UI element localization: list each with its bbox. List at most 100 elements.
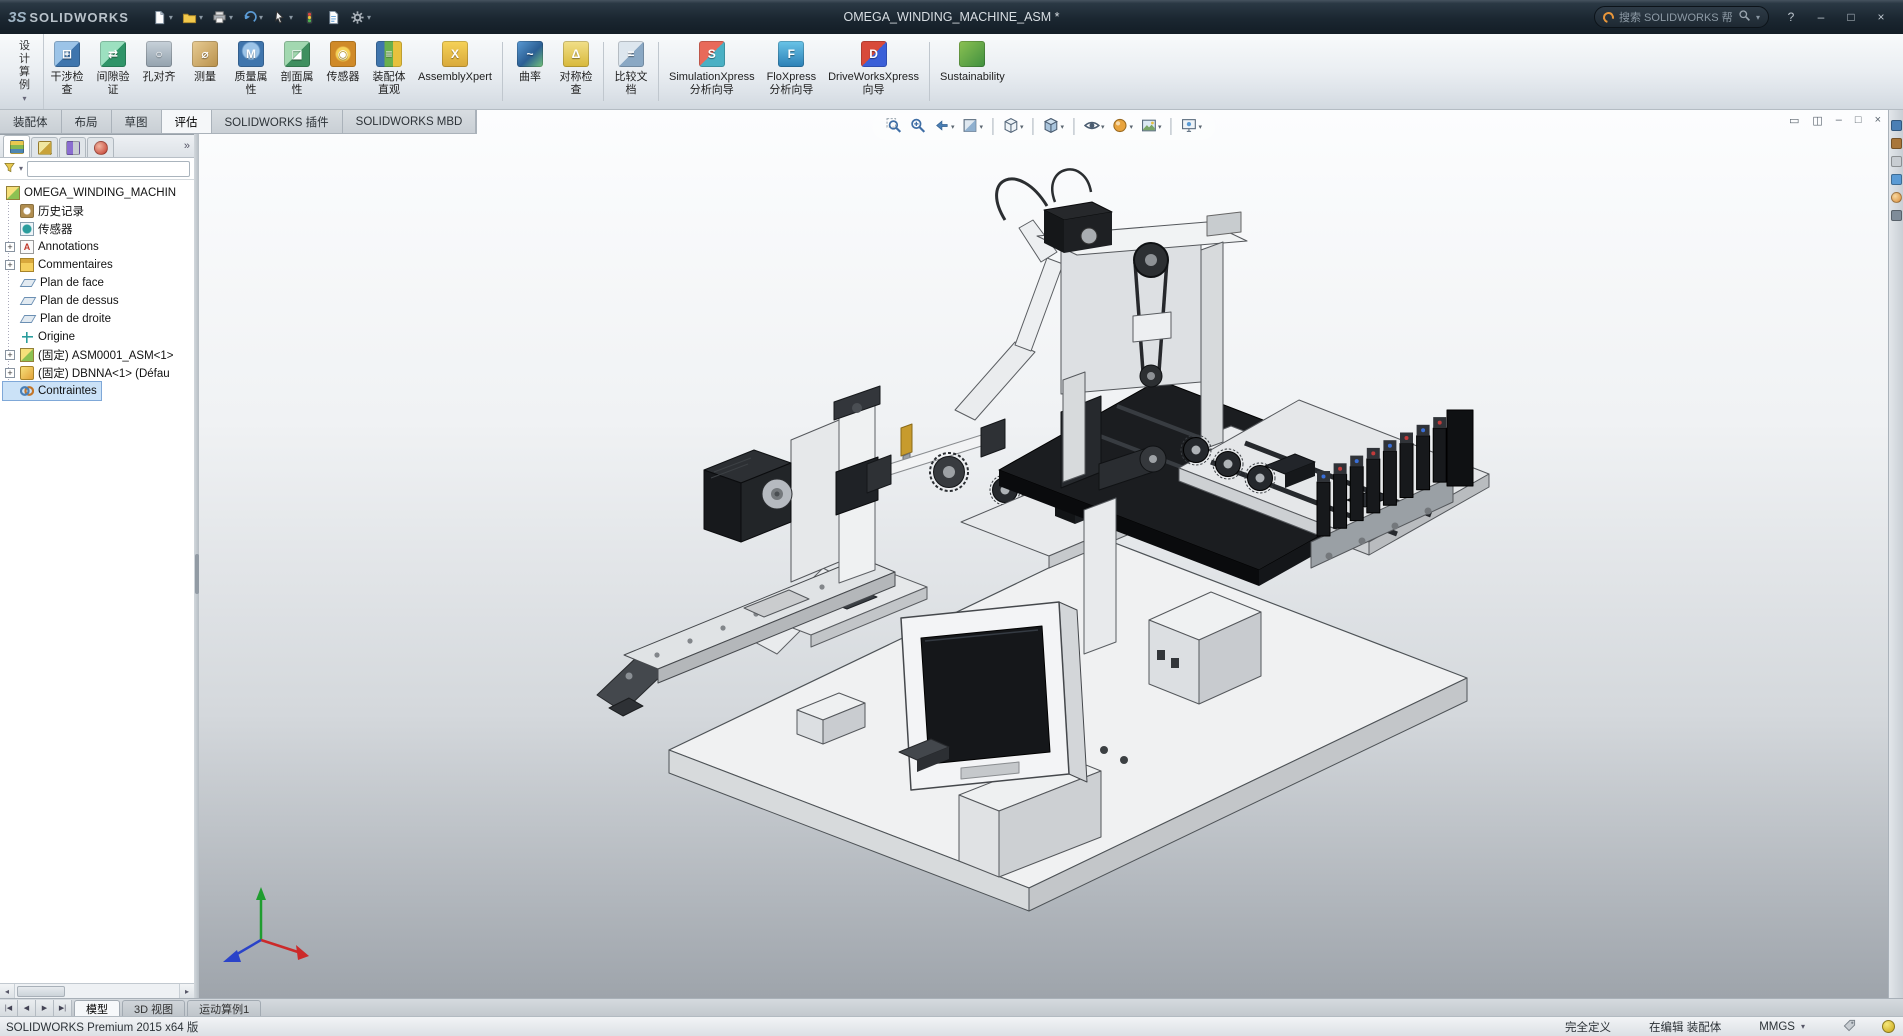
main-gear[interactable]: [929, 452, 969, 492]
bottom-tab-model[interactable]: 模型: [74, 1000, 120, 1016]
dropdown-caret-icon[interactable]: ▾: [951, 123, 955, 131]
viewport-layout-single-button[interactable]: ▭: [1789, 114, 1799, 127]
tree-item-sensors-folder[interactable]: 传感器: [3, 220, 77, 238]
tab-sketch[interactable]: 草图: [111, 110, 162, 133]
filter-icon[interactable]: [4, 162, 15, 176]
tree-item-comments-folder[interactable]: + Commentaires: [3, 256, 117, 274]
sustainability-button[interactable]: Sustainability: [934, 34, 1011, 109]
dropdown-caret-icon[interactable]: ▾: [1101, 123, 1105, 131]
rebuild-button[interactable]: [299, 5, 320, 29]
doc-restore-button[interactable]: □: [1855, 114, 1862, 127]
scroll-left-button[interactable]: ◂: [0, 984, 15, 998]
scroll-thumb[interactable]: [17, 985, 65, 997]
help-button[interactable]: ?: [1777, 6, 1805, 28]
dropdown-caret-icon[interactable]: ▾: [367, 13, 371, 22]
tab-solidworks-mbd[interactable]: SOLIDWORKS MBD: [342, 110, 477, 133]
dropdown-caret-icon[interactable]: ▾: [1199, 123, 1203, 131]
propertymanager-tab[interactable]: [31, 137, 58, 157]
assembly-visualization-button[interactable]: 装配体直观: [366, 34, 412, 109]
dropdown-caret-icon[interactable]: ▾: [229, 13, 233, 22]
custom-properties-tab-icon[interactable]: [1890, 210, 1902, 221]
zoom-to-area-button[interactable]: [906, 115, 929, 139]
assembly-xpert-button[interactable]: AssemblyXpert: [412, 34, 498, 109]
tree-item-mates-folder[interactable]: Contraintes: [2, 381, 102, 401]
section-view-button[interactable]: ▾: [958, 115, 986, 139]
select-button[interactable]: ▾: [269, 5, 296, 29]
search-caret-icon[interactable]: ▾: [1756, 13, 1760, 22]
minimize-button[interactable]: –: [1807, 6, 1835, 28]
display-style-button[interactable]: ▾: [1039, 115, 1067, 139]
panel-overflow-button[interactable]: »: [184, 140, 190, 152]
units-selector[interactable]: MMGS ▾: [1759, 1021, 1805, 1033]
filter-field[interactable]: [27, 160, 190, 177]
dropdown-caret-icon[interactable]: ▾: [169, 13, 173, 22]
expand-toggle-icon[interactable]: +: [5, 260, 15, 270]
options-button[interactable]: ▾: [347, 5, 374, 29]
dropdown-caret-icon[interactable]: ▾: [1020, 123, 1024, 131]
interference-check-button[interactable]: 干涉检查: [44, 34, 90, 109]
dropdown-caret-icon[interactable]: ▾: [199, 13, 203, 22]
tree-item-front-plane[interactable]: Plan de face: [3, 274, 108, 292]
view-orientation-button[interactable]: ▾: [999, 115, 1027, 139]
displaymanager-tab[interactable]: [87, 137, 114, 157]
doc-minimize-button[interactable]: –: [1836, 114, 1842, 127]
tree-item-root-assembly[interactable]: OMEGA_WINDING_MACHIN: [3, 184, 180, 202]
zoom-to-fit-button[interactable]: [882, 115, 905, 139]
maximize-button[interactable]: □: [1837, 6, 1865, 28]
3d-model-view[interactable]: [199, 110, 1888, 998]
tab-evaluate[interactable]: 评估: [161, 110, 212, 133]
view-settings-button[interactable]: ▾: [1178, 115, 1206, 139]
quick-tips-icon[interactable]: [1882, 1020, 1895, 1033]
design-study-caret-icon[interactable]: ▾: [22, 94, 26, 103]
clearance-verify-button[interactable]: 间隙验证: [90, 34, 136, 109]
undo-button[interactable]: ▾: [239, 5, 266, 29]
dropdown-caret-icon[interactable]: ▾: [259, 13, 263, 22]
tab-solidworks-addins[interactable]: SOLIDWORKS 插件: [211, 110, 343, 133]
step-back-button[interactable]: ◀: [18, 1000, 36, 1016]
expand-toggle-icon[interactable]: +: [5, 350, 15, 360]
bottom-tab-3d-views[interactable]: 3D 视图: [122, 1000, 186, 1016]
units-caret-icon[interactable]: ▾: [1801, 1022, 1805, 1031]
close-button[interactable]: ×: [1867, 6, 1895, 28]
search-icon[interactable]: [1738, 9, 1751, 25]
design-study-button[interactable]: 设计算例 ▾: [6, 34, 44, 109]
viewport-layout-split-button[interactable]: ◫: [1812, 114, 1822, 127]
simulationxpress-wizard-button[interactable]: SimulationXpress分析向导: [663, 34, 761, 109]
tree-item-history-folder[interactable]: 历史记录: [3, 202, 88, 220]
appearances-scenes-tab-icon[interactable]: [1890, 192, 1902, 203]
drive-shaft[interactable]: [866, 418, 1006, 494]
bottom-tab-motion-study-1[interactable]: 运动算例1: [187, 1000, 262, 1016]
sensor-button[interactable]: 传感器: [320, 34, 366, 109]
doc-close-button[interactable]: ×: [1875, 114, 1881, 127]
tag-icon[interactable]: [1843, 1019, 1856, 1035]
dropdown-caret-icon[interactable]: ▾: [289, 13, 293, 22]
scroll-right-button[interactable]: ▸: [179, 984, 194, 998]
monitor-stand[interactable]: [1083, 497, 1117, 655]
jump-to-end-button[interactable]: ▶|: [54, 1000, 72, 1016]
solidworks-resources-tab-icon[interactable]: [1890, 120, 1902, 131]
dropdown-caret-icon[interactable]: ▾: [1130, 123, 1134, 131]
floxpress-wizard-button[interactable]: FloXpress分析向导: [761, 34, 823, 109]
compare-documents-button[interactable]: 比较文档: [608, 34, 654, 109]
dropdown-caret-icon[interactable]: ▾: [979, 123, 983, 131]
featuremanager-tree-tab[interactable]: [3, 135, 30, 157]
panel-splitter[interactable]: [194, 134, 199, 998]
configurationmanager-tab[interactable]: [59, 137, 86, 157]
previous-view-button[interactable]: ▾: [930, 115, 958, 139]
section-properties-button[interactable]: 剖面属性: [274, 34, 320, 109]
graphics-viewport[interactable]: ▾ ▾ ▾ ▾ ▾ ▾ ▾ ▾: [199, 110, 1888, 998]
dropdown-caret-icon[interactable]: ▾: [1060, 123, 1064, 131]
symmetry-check-button[interactable]: 对称检查: [553, 34, 599, 109]
file-properties-button[interactable]: [323, 5, 344, 29]
jump-to-start-button[interactable]: |◀: [0, 1000, 18, 1016]
view-palette-tab-icon[interactable]: [1890, 174, 1902, 185]
tab-assembly[interactable]: 装配体: [0, 110, 62, 133]
help-search-box[interactable]: 搜索 SOLIDWORKS 帮助 ▾: [1594, 6, 1769, 28]
file-explorer-tab-icon[interactable]: [1890, 156, 1902, 167]
splitter-grip[interactable]: [194, 554, 199, 594]
step-forward-button[interactable]: ▶: [36, 1000, 54, 1016]
filter-caret-icon[interactable]: ▾: [19, 164, 23, 173]
new-document-button[interactable]: ▾: [149, 5, 176, 29]
scroll-track[interactable]: [15, 984, 179, 998]
tree-item-top-plane[interactable]: Plan de dessus: [3, 292, 123, 310]
